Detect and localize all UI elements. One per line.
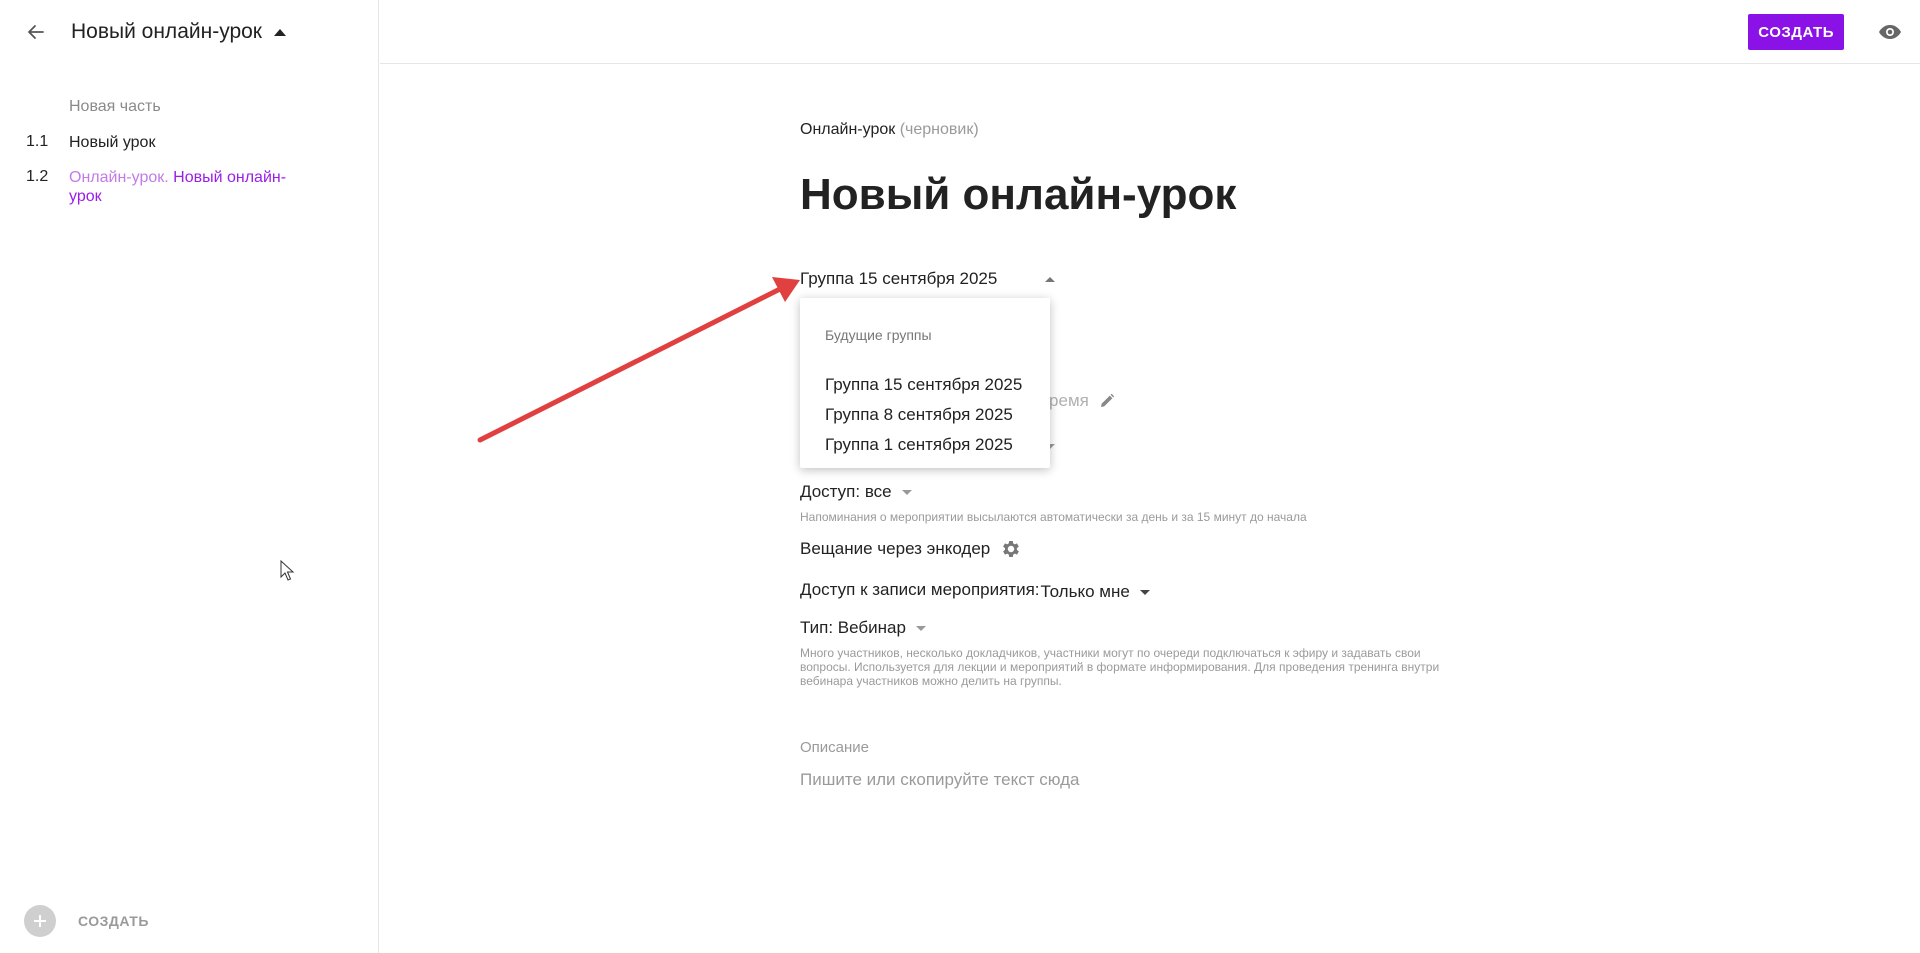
lesson-title: Новый урок [69,134,156,151]
type-value: Вебинар [837,618,906,637]
record-access-label: Доступ к записи мероприятия: [800,580,1040,599]
mouse-cursor-icon [280,560,295,581]
caret-down-icon [901,489,912,495]
dropdown-option-group-15-sep[interactable]: Группа 15 сентября 2025 [825,375,1022,395]
description-label: Описание [800,739,870,756]
lesson-item-1-2[interactable]: 1.2 Онлайн-урок. Новый онлайн-урок [26,168,309,206]
type-label: Тип: [800,618,834,637]
top-bar: СОЗДАТЬ [380,0,1920,64]
sidebar-create-button[interactable]: СОЗДАТЬ [24,905,149,937]
back-button[interactable] [22,18,50,46]
record-access-value: Только мне [1040,582,1130,601]
group-dropdown-menu: Будущие группы Группа 15 сентября 2025 Г… [800,298,1050,468]
access-value: все [864,482,892,501]
course-title-toggle[interactable]: Новый онлайн-урок [71,18,286,46]
record-access-setting: Доступ к записи мероприятия: Только мне [800,578,1150,602]
caret-down-icon [1139,589,1150,595]
section-label[interactable]: Новая часть [69,98,161,116]
dropdown-header: Будущие группы [825,327,932,343]
dropdown-option-group-8-sep[interactable]: Группа 8 сентября 2025 [825,405,1013,425]
access-select[interactable]: Доступ: все [800,482,912,502]
course-title: Новый онлайн-урок [71,20,262,43]
caret-up-icon [1045,276,1055,282]
event-type-select[interactable]: Тип: Вебинар [800,618,926,638]
dropdown-option-group-1-sep[interactable]: Группа 1 сентября 2025 [825,435,1013,455]
page-title[interactable]: Новый онлайн-урок [800,170,1236,220]
group-selected-value: Группа 15 сентября 2025 [800,269,998,288]
sidebar: Новый онлайн-урок Новая часть 1.1 Новый … [0,0,379,953]
caret-down-icon [915,625,926,631]
lesson-type-prefix: Онлайн-урок. [69,169,169,186]
group-select[interactable]: Группа 15 сентября 2025 [800,269,1055,289]
gear-icon[interactable] [1000,538,1022,560]
pencil-icon [1100,393,1115,407]
lesson-breadcrumb: Онлайн-урок (черновик) [800,121,979,139]
arrow-left-icon [28,25,44,39]
time-field[interactable]: время [1040,391,1115,411]
caret-up-icon [274,28,286,36]
access-label: Доступ: [800,482,861,501]
lesson-number: 1.1 [26,133,49,150]
preview-button[interactable] [1876,18,1904,46]
plus-icon [24,905,56,937]
event-type-description: Много участников, несколько докладчиков,… [800,646,1440,688]
encoder-label: Вещание через энкодер [800,539,991,558]
annotation-arrow [477,277,800,443]
lesson-title: Онлайн-урок. Новый онлайн-урок [69,168,309,206]
record-access-select[interactable]: Только мне [1041,582,1150,602]
lesson-number: 1.2 [26,168,49,185]
encoder-setting: Вещание через энкодер [800,538,1022,560]
create-button[interactable]: СОЗДАТЬ [1748,14,1844,50]
reminder-note: Напоминания о мероприятии высылаются авт… [800,510,1307,524]
description-input[interactable] [800,770,1460,790]
eye-icon [1879,25,1901,39]
lesson-type: Онлайн-урок [800,121,896,138]
lesson-status: (черновик) [899,121,979,138]
lesson-item-1-1[interactable]: 1.1 Новый урок [26,133,309,152]
sidebar-create-label: СОЗДАТЬ [78,913,149,929]
